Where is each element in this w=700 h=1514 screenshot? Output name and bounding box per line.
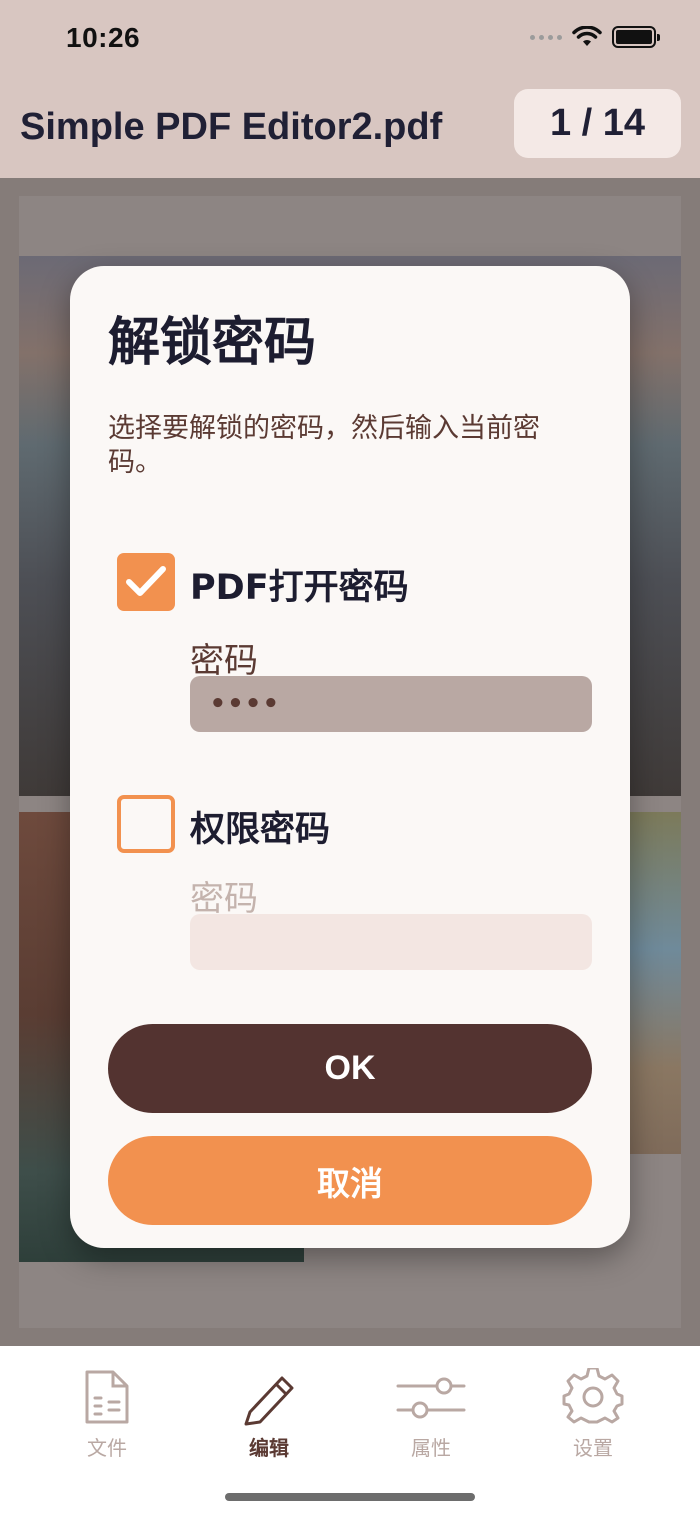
wifi-icon: [572, 26, 602, 46]
page-indicator[interactable]: 1 / 14: [514, 89, 681, 158]
permission-password-checkbox[interactable]: [117, 795, 175, 853]
open-password-field-label: 密码: [190, 641, 258, 681]
app-header: 10:26 Simple PDF Editor2.pdf 1 / 14: [0, 0, 700, 178]
cellular-signal-icon: [530, 34, 562, 40]
document-title: Simple PDF Editor2.pdf: [20, 106, 443, 148]
tab-edit-label: 编辑: [249, 1436, 289, 1460]
permission-password-field-label: 密码: [190, 879, 258, 919]
permission-password-input[interactable]: [190, 914, 592, 970]
tab-settings-label: 设置: [573, 1436, 613, 1460]
tab-edit[interactable]: 编辑: [209, 1368, 329, 1468]
pencil-icon: [244, 1376, 294, 1426]
status-time: 10:26: [66, 22, 141, 53]
battery-icon: [612, 26, 660, 48]
permission-password-label: 权限密码: [190, 810, 331, 850]
open-password-checkbox[interactable]: [117, 553, 175, 611]
cancel-button[interactable]: 取消: [108, 1136, 592, 1225]
tab-properties-label: 属性: [411, 1436, 451, 1460]
tab-properties[interactable]: 属性: [371, 1368, 491, 1468]
bottom-tab-bar: 文件 编辑 属性 设置: [0, 1346, 700, 1514]
dialog-title: 解锁密码: [108, 313, 317, 373]
unlock-password-dialog: 解锁密码 选择要解锁的密码，然后输入当前密码。 PDF打开密码 密码 权限密码 …: [70, 266, 630, 1248]
ok-button[interactable]: OK: [108, 1024, 592, 1113]
tab-file[interactable]: 文件: [47, 1368, 167, 1468]
status-icons: [530, 26, 660, 48]
checkmark-icon: [126, 566, 166, 596]
file-icon: [85, 1370, 129, 1424]
tab-file-label: 文件: [87, 1436, 127, 1460]
gear-icon: [562, 1368, 624, 1424]
home-indicator: [225, 1493, 475, 1501]
open-password-input[interactable]: [190, 676, 592, 732]
dialog-description: 选择要解锁的密码，然后输入当前密码。: [108, 413, 540, 478]
sliders-icon: [396, 1377, 466, 1419]
open-password-label: PDF打开密码: [190, 568, 409, 608]
tab-settings[interactable]: 设置: [533, 1368, 653, 1468]
